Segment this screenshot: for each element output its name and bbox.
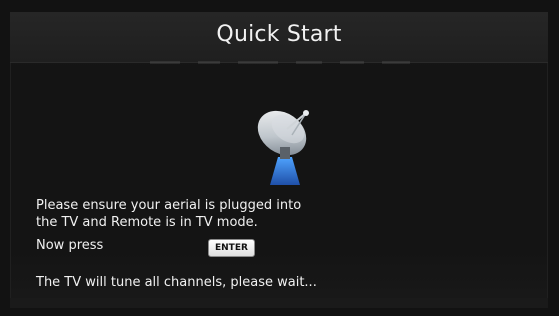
instruction-line-1: Please ensure your aerial is plugged int… — [36, 198, 302, 213]
tuning-wait-text: The TV will tune all channels, please wa… — [36, 275, 317, 290]
enter-button[interactable]: ENTER — [208, 239, 255, 257]
instruction-line-2: the TV and Remote is in TV mode. — [36, 215, 258, 230]
faint-subtitle-decoration — [150, 52, 450, 64]
bottom-bar — [10, 298, 548, 308]
title-bar: Quick Start — [10, 12, 548, 64]
now-press-label: Now press — [36, 238, 104, 253]
page-title: Quick Start — [216, 22, 342, 47]
quick-start-screen: Quick Start Please ensure your aerial is… — [10, 12, 548, 308]
tv-frame: Quick Start Please ensure your aerial is… — [0, 0, 559, 316]
satellite-dish-icon — [248, 95, 318, 185]
